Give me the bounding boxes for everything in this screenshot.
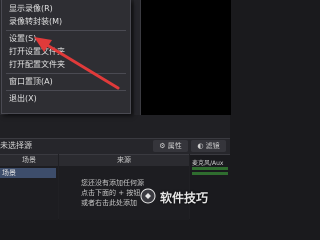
sources-header: 来源 — [59, 155, 189, 166]
volume-meter — [192, 172, 228, 175]
file-dropdown-menu: 显示录像(R) 录像转封装(M) 设置(S) 打开设置文件夹 打开配置文件夹 窗… — [1, 0, 131, 114]
volume-meter — [192, 167, 228, 170]
scenes-panel: 场景 场景 — [0, 154, 58, 220]
filters-button-label: 滤镜 — [205, 142, 220, 150]
mixer-channel-label: 麦克风/Aux — [192, 160, 224, 167]
filters-button[interactable]: ◐ 滤镜 — [191, 140, 226, 152]
preview-canvas[interactable] — [140, 0, 231, 115]
menu-separator — [6, 90, 126, 91]
properties-button-label: 属性 — [167, 142, 182, 150]
sources-panel[interactable]: 来源 您还没有添加任何源 点击下面的 + 按钮 或者右击此处添加 — [59, 154, 189, 220]
properties-button[interactable]: ⚙ 属性 — [153, 140, 188, 152]
menu-item-remux-recordings[interactable]: 录像转封装(M) — [2, 15, 130, 28]
menu-item-always-on-top[interactable]: 窗口置顶(A) — [2, 75, 130, 88]
no-source-selected-label: 未选择源 — [0, 141, 32, 150]
menu-item-show-recordings[interactable]: 显示录像(R) — [2, 2, 130, 15]
scene-list-item[interactable]: 场景 — [0, 168, 56, 178]
gear-icon: ⚙ — [159, 142, 166, 150]
menu-item-settings[interactable]: 设置(S) — [2, 32, 130, 45]
menu-item-open-profile-folder[interactable]: 打开配置文件夹 — [2, 58, 130, 71]
watermark-logo-icon — [140, 188, 156, 204]
menu-item-open-settings-folder[interactable]: 打开设置文件夹 — [2, 45, 130, 58]
filter-icon: ◐ — [197, 142, 204, 150]
menu-item-exit[interactable]: 退出(X) — [2, 92, 130, 105]
scenes-header: 场景 — [0, 155, 58, 166]
sources-hint-line-1: 您还没有添加任何源 — [81, 179, 144, 187]
menu-separator — [6, 73, 126, 74]
watermark-text: 软件技巧 — [160, 191, 209, 205]
menu-separator — [6, 30, 126, 31]
audio-mixer-panel: 麦克风/Aux — [190, 154, 230, 220]
